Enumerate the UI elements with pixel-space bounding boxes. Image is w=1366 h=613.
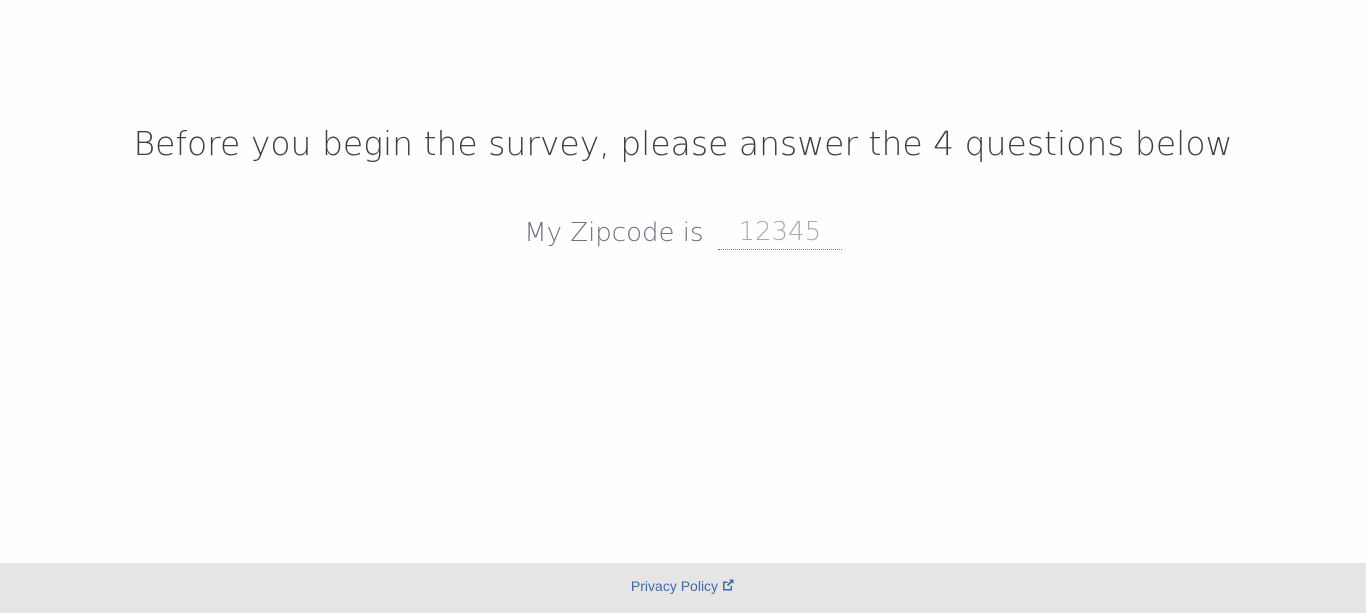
external-link-icon bbox=[721, 578, 735, 592]
page: Before you begin the survey, please answ… bbox=[0, 0, 1366, 613]
zipcode-input[interactable] bbox=[717, 215, 842, 250]
main-content: Before you begin the survey, please answ… bbox=[0, 0, 1366, 563]
zipcode-label: My Zipcode is bbox=[524, 217, 704, 248]
footer: Privacy Policy bbox=[0, 563, 1366, 613]
privacy-policy-label: Privacy Policy bbox=[630, 578, 719, 594]
zipcode-question: My Zipcode is bbox=[0, 212, 1366, 253]
page-title: Before you begin the survey, please answ… bbox=[133, 124, 1233, 163]
privacy-policy-link[interactable]: Privacy Policy bbox=[631, 578, 735, 595]
